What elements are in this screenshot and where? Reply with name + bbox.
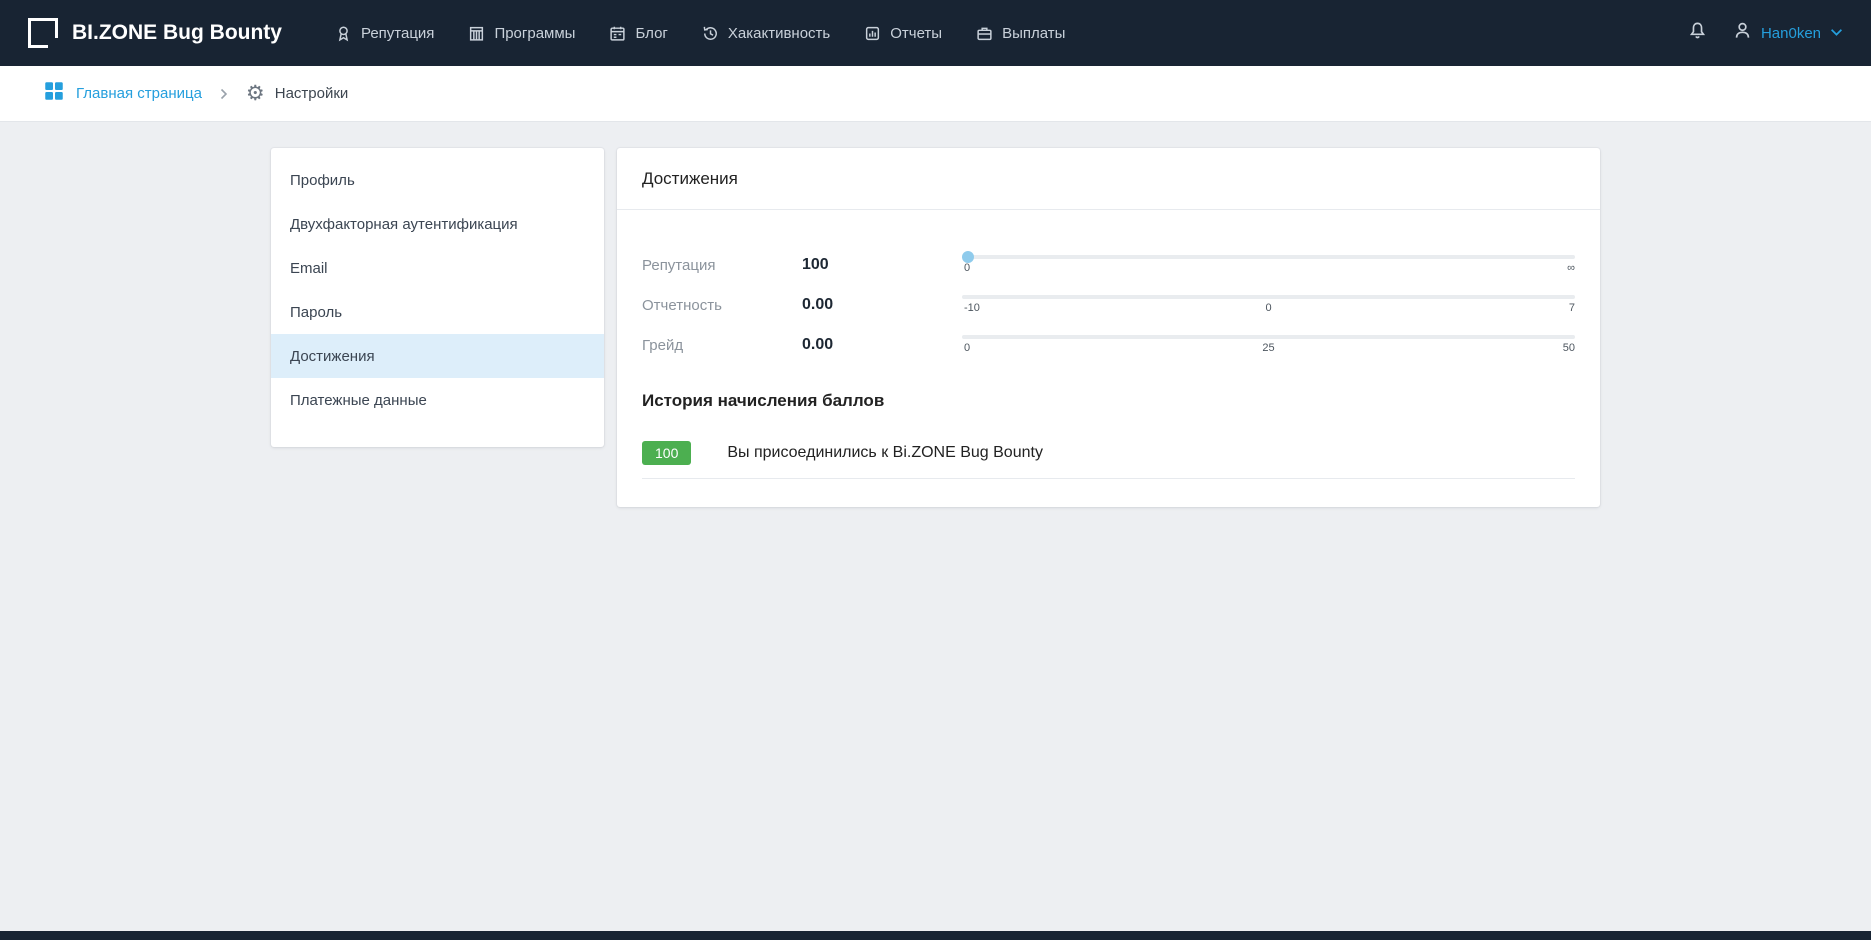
- bottom-edge: [0, 931, 1871, 940]
- metric-value: 100: [802, 256, 962, 274]
- dashboard-grid-icon: [44, 81, 64, 106]
- menu-item-payment-details[interactable]: Платежные данные: [271, 378, 604, 422]
- metric-row-reporting: Отчетность 0.00 -10 0 7: [642, 285, 1575, 325]
- brand-title: BI.ZONE Bug Bounty: [72, 21, 282, 45]
- chevron-down-icon: [1830, 24, 1843, 42]
- tick-max: 50: [1563, 342, 1575, 354]
- notifications-button[interactable]: [1688, 21, 1707, 45]
- slider-ticks: 0 ∞: [962, 262, 1575, 277]
- tick-min: 0: [964, 262, 970, 274]
- metric-label: Грейд: [642, 337, 802, 354]
- menu-item-label: Платежные данные: [290, 392, 427, 409]
- nav-item-hackactivity[interactable]: Хакактивность: [685, 0, 847, 66]
- nav-label: Репутация: [361, 25, 434, 42]
- menu-item-label: Профиль: [290, 172, 355, 189]
- metric-row-grade: Грейд 0.00 0 25 50: [642, 325, 1575, 365]
- bell-icon: [1688, 21, 1707, 45]
- breadcrumb-current-label: Настройки: [275, 85, 349, 102]
- breadcrumb-current: ⚙ Настройки: [246, 83, 348, 104]
- building-icon: [468, 25, 485, 42]
- breadcrumb-home-label: Главная страница: [76, 85, 202, 102]
- metrics-list: Репутация 100 0 ∞ Отчетность 0.00: [617, 210, 1600, 365]
- slider-track: [962, 255, 1575, 259]
- bizone-logo-icon: [28, 18, 58, 48]
- award-icon: [335, 25, 352, 42]
- chevron-right-icon: [220, 88, 228, 100]
- menu-item-profile[interactable]: Профиль: [271, 158, 604, 202]
- menu-item-label: Пароль: [290, 304, 342, 321]
- history-entry-text: Вы присоединились к Bi.ZONE Bug Bounty: [727, 444, 1043, 462]
- tick-mid: 0: [1265, 302, 1271, 314]
- report-icon: [864, 25, 881, 42]
- points-history-title: История начисления баллов: [642, 391, 1575, 411]
- gear-icon: ⚙: [246, 83, 265, 104]
- points-badge: 100: [642, 441, 691, 465]
- metric-scale: 0 ∞: [962, 253, 1575, 277]
- menu-item-2fa[interactable]: Двухфакторная аутентификация: [271, 202, 604, 246]
- metric-label: Репутация: [642, 257, 802, 274]
- nav-label: Блог: [635, 25, 667, 42]
- user-menu[interactable]: Han0ken: [1733, 21, 1843, 45]
- nav-item-reports[interactable]: Отчеты: [847, 0, 959, 66]
- nav-label: Отчеты: [890, 25, 942, 42]
- nav-item-payouts[interactable]: Выплаты: [959, 0, 1082, 66]
- history-icon: [702, 25, 719, 42]
- brand-logo[interactable]: BI.ZONE Bug Bounty: [28, 18, 282, 48]
- nav-item-programs[interactable]: Программы: [451, 0, 592, 66]
- tick-min: 0: [964, 342, 970, 354]
- breadcrumb: Главная страница ⚙ Настройки: [0, 66, 1871, 122]
- nav-item-blog[interactable]: Блог: [592, 0, 684, 66]
- menu-item-password[interactable]: Пароль: [271, 290, 604, 334]
- metric-label: Отчетность: [642, 297, 802, 314]
- points-history: История начисления баллов 100 Вы присоед…: [617, 365, 1600, 507]
- breadcrumb-home-link[interactable]: Главная страница: [44, 81, 202, 106]
- slider-ticks: 0 25 50: [962, 342, 1575, 357]
- metric-scale: 0 25 50: [962, 333, 1575, 357]
- topnav-right: Han0ken: [1688, 21, 1843, 45]
- menu-item-email[interactable]: Email: [271, 246, 604, 290]
- metric-value: 0.00: [802, 336, 962, 354]
- metric-scale: -10 0 7: [962, 293, 1575, 317]
- nav-label: Программы: [494, 25, 575, 42]
- calendar-icon: [609, 25, 626, 42]
- metric-row-reputation: Репутация 100 0 ∞: [642, 245, 1575, 285]
- menu-item-label: Двухфакторная аутентификация: [290, 216, 518, 233]
- top-navigation: BI.ZONE Bug Bounty Репутация Программы: [0, 0, 1871, 66]
- slider-track: [962, 295, 1575, 299]
- user-icon: [1733, 21, 1752, 45]
- briefcase-icon: [976, 25, 993, 42]
- tick-max: ∞: [1567, 262, 1575, 274]
- tick-mid: 25: [1262, 342, 1274, 354]
- nav-item-reputation[interactable]: Репутация: [318, 0, 451, 66]
- nav-label: Выплаты: [1002, 25, 1065, 42]
- nav-label: Хакактивность: [728, 25, 830, 42]
- main-nav: Репутация Программы Блог: [318, 0, 1082, 66]
- metric-value: 0.00: [802, 296, 962, 314]
- menu-item-achievements[interactable]: Достижения: [271, 334, 604, 378]
- tick-min: -10: [964, 302, 980, 314]
- menu-item-label: Достижения: [290, 348, 375, 365]
- settings-page: Профиль Двухфакторная аутентификация Ema…: [0, 148, 1871, 507]
- slider-ticks: -10 0 7: [962, 302, 1575, 317]
- slider-track: [962, 335, 1575, 339]
- menu-item-label: Email: [290, 260, 328, 277]
- history-entry: 100 Вы присоединились к Bi.ZONE Bug Boun…: [642, 441, 1575, 479]
- username: Han0ken: [1761, 25, 1821, 42]
- achievements-panel: Достижения Репутация 100 0 ∞ Отчетн: [617, 148, 1600, 507]
- settings-menu: Профиль Двухфакторная аутентификация Ema…: [271, 148, 604, 447]
- panel-title: Достижения: [617, 148, 1600, 210]
- tick-max: 7: [1569, 302, 1575, 314]
